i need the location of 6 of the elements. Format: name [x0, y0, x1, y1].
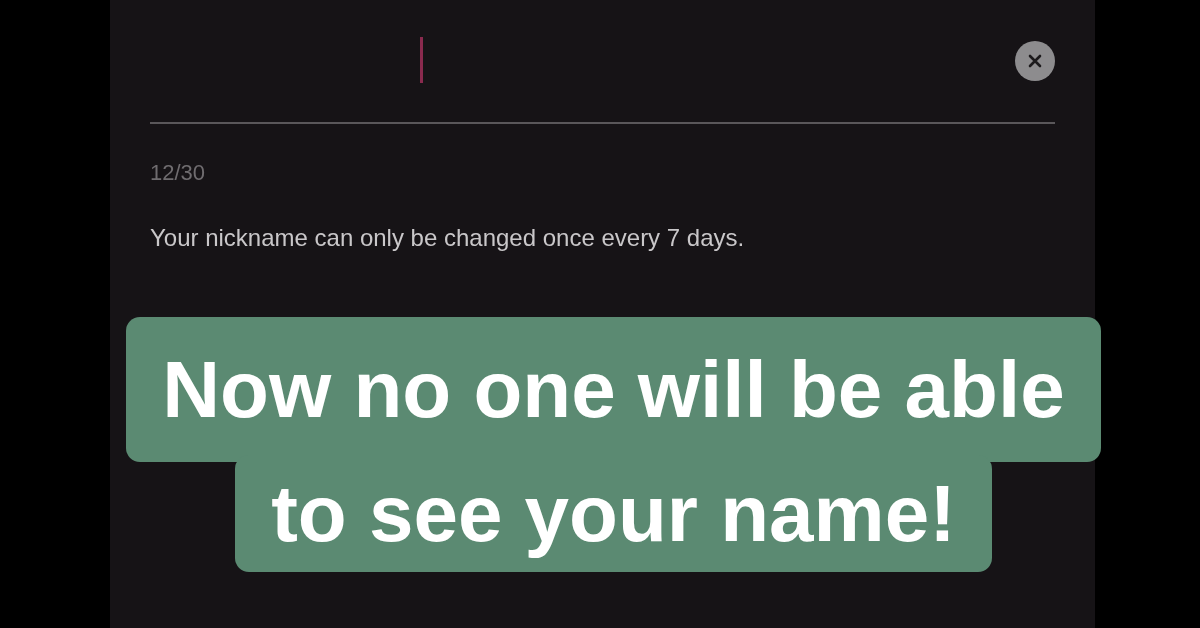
- text-cursor: [420, 37, 423, 83]
- clear-button[interactable]: [1015, 41, 1055, 81]
- character-counter: 12/30: [150, 160, 207, 186]
- close-icon: [1027, 53, 1043, 69]
- nickname-note: Your nickname can only be changed once every 7 days.: [150, 224, 746, 252]
- caption-text: Now no one will be able: [126, 317, 1101, 462]
